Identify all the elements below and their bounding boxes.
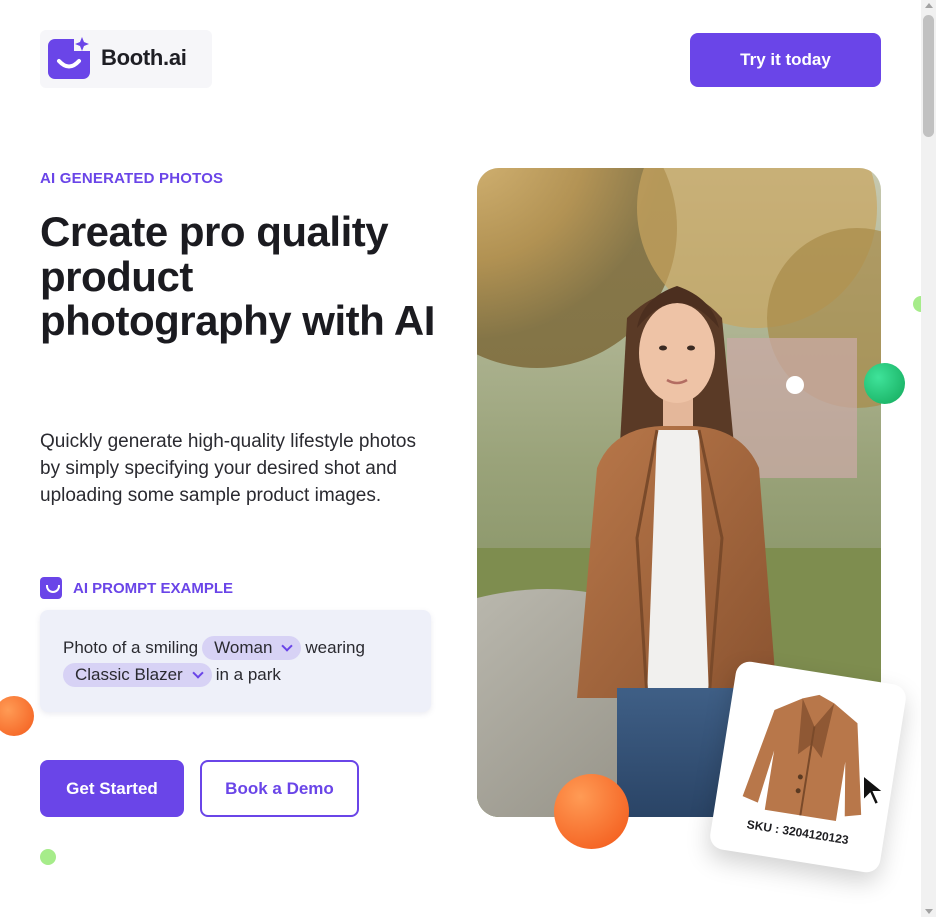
scroll-thumb[interactable] — [923, 15, 934, 137]
blazer-product-icon — [742, 694, 862, 822]
smile-bag-sparkle-icon — [48, 37, 90, 79]
decorative-green-dot — [40, 849, 56, 865]
get-started-button[interactable]: Get Started — [40, 760, 184, 817]
prompt-label-text: AI PROMPT EXAMPLE — [73, 579, 234, 597]
hero-eyebrow: AI GENERATED PHOTOS — [40, 170, 224, 187]
prompt-text: Photo of a smiling — [63, 638, 199, 657]
chip-label: Woman — [214, 638, 273, 657]
decorative-white-dot — [786, 376, 804, 394]
decorative-orange-ball — [554, 774, 629, 849]
prompt-example-label: AI PROMPT EXAMPLE — [40, 577, 233, 599]
chevron-down-icon — [281, 639, 294, 652]
book-demo-button[interactable]: Book a Demo — [200, 760, 359, 817]
prompt-text: wearing — [305, 638, 365, 657]
smile-icon — [40, 577, 62, 599]
scroll-down-arrow-icon[interactable] — [925, 909, 933, 914]
brand-name: Booth.ai — [101, 45, 187, 70]
decorative-green-dot — [913, 296, 921, 312]
subject-dropdown-chip[interactable]: Woman — [202, 635, 302, 660]
chip-label: Classic Blazer — [75, 665, 183, 684]
product-dropdown-chip[interactable]: Classic Blazer — [63, 662, 212, 687]
prompt-example-box: Photo of a smiling Woman wearing Classic… — [40, 610, 431, 712]
prompt-text: in a park — [215, 665, 281, 684]
hero-headline: Create pro quality product photography w… — [40, 208, 435, 344]
prompt-line-1: Photo of a smiling Woman wearing — [63, 634, 431, 661]
scroll-up-arrow-icon[interactable] — [925, 3, 933, 8]
vertical-scrollbar[interactable] — [921, 0, 936, 917]
brand-logo[interactable]: Booth.ai — [40, 30, 212, 88]
product-card[interactable]: SKU : 3204120123 — [708, 659, 908, 875]
hero-description: Quickly generate high-quality lifestyle … — [40, 431, 416, 506]
decorative-green-ball — [864, 363, 905, 404]
prompt-line-2: Classic Blazer in a park — [63, 661, 431, 688]
landing-page: Booth.ai Try it today AI GENERATED PHOTO… — [0, 0, 921, 917]
mouse-pointer-icon — [862, 773, 887, 807]
try-it-today-button[interactable]: Try it today — [690, 33, 881, 87]
chevron-down-icon — [192, 666, 204, 679]
decorative-orange-dot — [0, 696, 34, 736]
